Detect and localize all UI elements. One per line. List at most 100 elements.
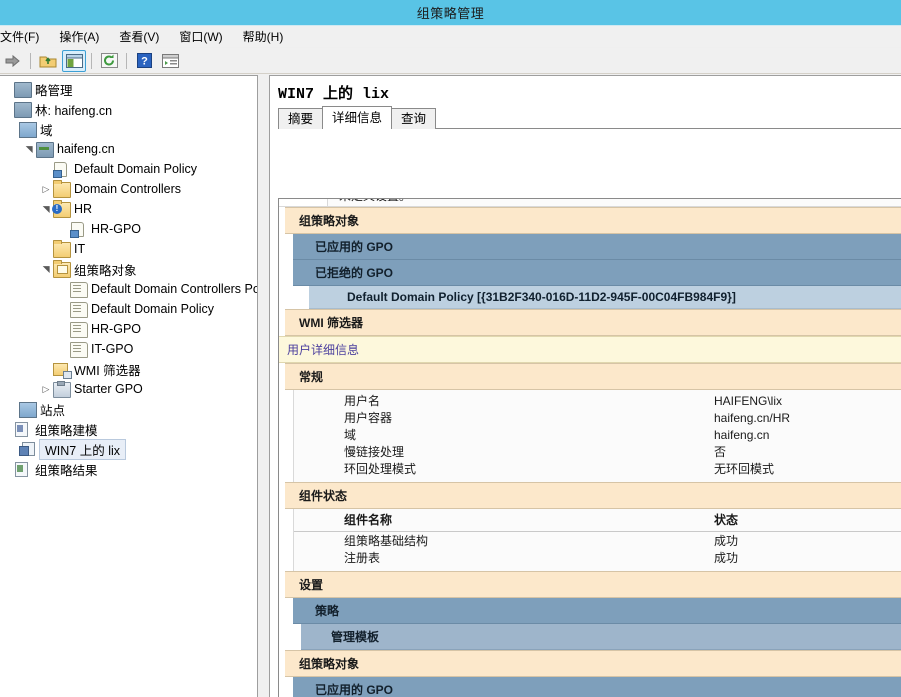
tree-node-label: HR — [74, 202, 93, 216]
tree-node-default-domain-policy-link[interactable]: Default Domain Policy — [0, 159, 257, 179]
menu-file[interactable]: 文件(F) — [0, 26, 49, 47]
menu-help[interactable]: 帮助(H) — [233, 26, 294, 47]
expand-collapse-icon-expanded[interactable]: ◢ — [24, 142, 35, 156]
refresh-button[interactable] — [97, 50, 121, 72]
component-row: 注册表 成功 — [294, 550, 901, 567]
undefined-settings-note: 未定义设置。 — [279, 199, 901, 207]
user-details-link-bar[interactable]: 用户详细信息 — [279, 336, 901, 363]
component-name-column-header[interactable]: 组件名称 — [294, 512, 714, 529]
section-applied-gpo[interactable]: 已应用的 GPO — [293, 234, 901, 260]
tree-node-gp-modeling[interactable]: 组策略建模 — [0, 419, 257, 439]
tree-node-gpmc-root[interactable]: 略管理 — [0, 79, 257, 99]
tree-node-label: 组策略结果 — [35, 463, 98, 478]
tab-query[interactable]: 查询 — [391, 108, 437, 129]
show-tree-icon — [65, 53, 83, 68]
tree-node-label: WMI 筛选器 — [74, 363, 141, 378]
tree-node-domain-haifeng[interactable]: ◢ haifeng.cn — [0, 139, 257, 159]
expand-collapse-icon-expanded[interactable]: ◢ — [41, 262, 52, 276]
component-status-column-header[interactable]: 状态 — [714, 512, 901, 529]
tree-node-gpo-ddp[interactable]: Default Domain Policy — [0, 299, 257, 319]
tree-node-rsop-win7-lix[interactable]: WIN7 上的 lix — [0, 438, 257, 460]
section-component-status[interactable]: 组件状态 — [285, 482, 901, 509]
tree-node-sites[interactable]: 站点 — [0, 399, 257, 419]
tree-node-label: 林: haifeng.cn — [35, 103, 113, 118]
refresh-icon — [100, 53, 118, 68]
properties-button[interactable] — [158, 50, 182, 72]
component-row: 组策略基础结构 成功 — [294, 533, 901, 550]
gpo-link-icon — [70, 221, 88, 238]
wmi-filter-icon — [53, 362, 72, 379]
up-one-level-button[interactable] — [36, 50, 60, 72]
tree-node-gpo-container[interactable]: ◢ 组策略对象 — [0, 259, 257, 279]
tree-node-forest[interactable]: 林: haifeng.cn — [0, 99, 257, 119]
ou-folder-icon — [53, 240, 71, 258]
svg-text:?: ? — [141, 56, 148, 68]
general-row: 环回处理模式 无环回模式 — [294, 461, 901, 478]
tree-node-label: 略管理 — [35, 83, 73, 98]
ou-folder-alert-icon — [52, 200, 71, 218]
tree-node-ou-hr[interactable]: ◢ HR — [0, 199, 257, 219]
section-wmi-filter[interactable]: WMI 筛选器 — [285, 309, 901, 336]
user-details-link[interactable]: 用户详细信息 — [287, 343, 359, 357]
expand-collapse-icon-collapsed[interactable]: ▷ — [39, 384, 53, 395]
tree-node-wmi-filters[interactable]: WMI 筛选器 — [0, 359, 257, 379]
title-bar: 组策略管理 — [0, 0, 901, 26]
component-status-table: 组件名称 状态 组策略基础结构 成功 注册表 成功 — [293, 509, 901, 571]
ou-folder-icon — [53, 180, 71, 198]
console-root-icon — [14, 82, 32, 98]
console-tree-pane[interactable]: 略管理 林: haifeng.cn 域 ◢ haifeng.cn Default Doma… — [0, 75, 258, 697]
tab-strip: 摘要 详细信息 查询 — [270, 106, 901, 129]
report-scroll-area[interactable]: 未定义设置。 组策略对象 已应用的 GPO 已拒绝的 GPO Default D… — [278, 198, 901, 697]
domains-icon — [19, 122, 37, 138]
tree-node-gpo-it[interactable]: IT-GPO — [0, 339, 257, 359]
page-title: WIN7 上的 lix — [278, 86, 390, 103]
menu-action[interactable]: 操作(A) — [49, 26, 109, 47]
section-admin-templates[interactable]: 管理模板 — [301, 624, 901, 650]
gpo-icon — [70, 341, 88, 358]
expand-collapse-icon-expanded[interactable]: ◢ — [41, 202, 52, 216]
tab-details[interactable]: 详细信息 — [322, 106, 393, 129]
tree-node-label: WIN7 上的 lix — [39, 438, 127, 460]
tree-node-gpo-hr[interactable]: HR-GPO — [0, 319, 257, 339]
show-hide-tree-button[interactable] — [62, 49, 86, 72]
tree-node-gpo-ddcp[interactable]: Default Domain Controllers Policy — [0, 279, 257, 299]
tree-node-hr-gpo-link[interactable]: HR-GPO — [0, 219, 257, 239]
tree-node-starter-gpo[interactable]: ▷ Starter GPO — [0, 379, 257, 399]
general-row-value: haifeng.cn — [714, 428, 770, 442]
tree-node-label: 站点 — [40, 403, 66, 418]
gpo-link-icon — [53, 161, 71, 178]
section-user-gpo[interactable]: 组策略对象 — [285, 650, 901, 677]
pane-splitter[interactable] — [258, 75, 269, 697]
section-denied-gpo[interactable]: 已拒绝的 GPO — [293, 260, 901, 286]
toolbar-separator-1 — [30, 52, 31, 69]
general-row-key: 域 — [344, 428, 357, 442]
tree-node-domains[interactable]: 域 — [0, 119, 257, 139]
tree-node-ou-it[interactable]: IT — [0, 239, 257, 259]
section-settings[interactable]: 设置 — [285, 571, 901, 598]
tree-node-label: 域 — [40, 123, 53, 138]
section-general[interactable]: 常规 — [285, 363, 901, 390]
tree-node-label: HR-GPO — [91, 322, 141, 336]
tab-summary[interactable]: 摘要 — [278, 108, 324, 129]
section-user-applied-gpo[interactable]: 已应用的 GPO — [293, 677, 901, 697]
menu-window[interactable]: 窗口(W) — [169, 26, 232, 47]
main-body: 略管理 林: haifeng.cn 域 ◢ haifeng.cn Default Doma… — [0, 75, 901, 697]
expand-collapse-icon-collapsed[interactable]: ▷ — [39, 184, 53, 195]
component-table-header: 组件名称 状态 — [294, 512, 901, 532]
section-computer-gpo[interactable]: 组策略对象 — [285, 207, 901, 234]
tree-node-gp-results[interactable]: 组策略结果 — [0, 459, 257, 479]
forward-arrow-icon — [5, 54, 20, 67]
folder-up-icon — [39, 56, 57, 67]
rsop-icon — [19, 441, 37, 458]
tree-node-label: IT-GPO — [91, 342, 134, 356]
domain-icon — [36, 142, 54, 158]
console-tree: 略管理 林: haifeng.cn 域 ◢ haifeng.cn Default Doma… — [0, 76, 257, 479]
menu-view[interactable]: 查看(V) — [109, 26, 169, 47]
component-row-status: 成功 — [714, 534, 739, 548]
help-button[interactable]: ? — [132, 50, 156, 72]
section-policy[interactable]: 策略 — [293, 598, 901, 624]
forward-button[interactable] — [1, 50, 25, 72]
tree-node-ou-domain-controllers[interactable]: ▷ Domain Controllers — [0, 179, 257, 199]
toolbar-separator-3 — [126, 52, 127, 69]
general-row-key: 环回处理模式 — [344, 462, 417, 476]
